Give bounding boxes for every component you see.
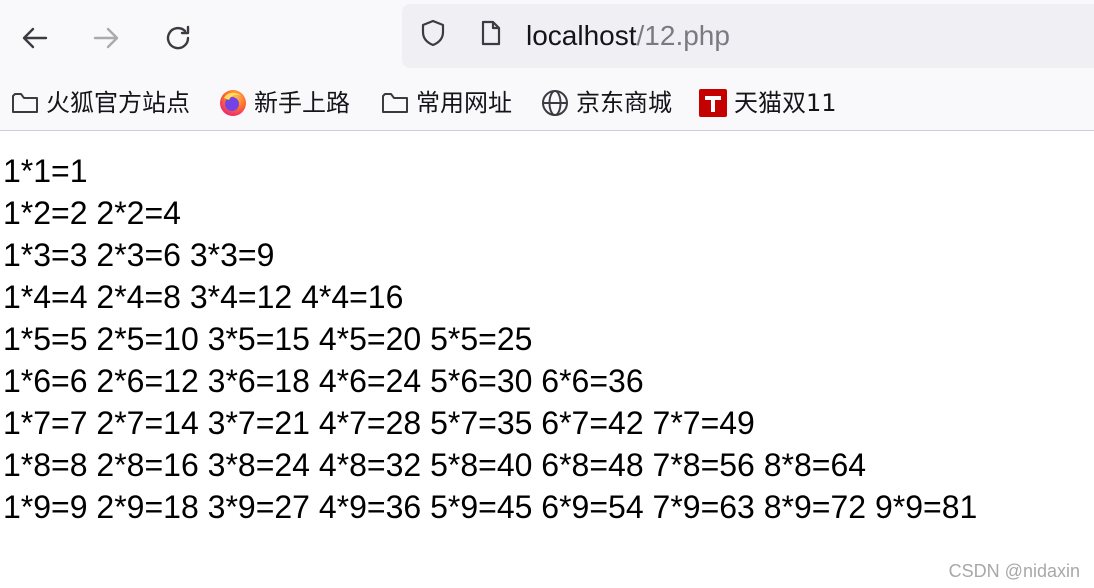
forward-button[interactable] xyxy=(86,18,126,58)
bookmark-firefox-official[interactable]: 火狐官方站点 xyxy=(10,86,190,120)
bookmark-label: 火狐官方站点 xyxy=(46,89,190,117)
table-row-5: 1*5=5 2*5=10 3*5=15 4*5=20 5*5=25 xyxy=(3,321,533,357)
reload-icon xyxy=(166,25,190,50)
arrow-left-icon xyxy=(22,27,48,49)
bookmark-tmall-double11[interactable]: 天猫双11 xyxy=(698,86,837,120)
url-host: localhost xyxy=(526,20,637,51)
tmall-icon xyxy=(698,88,728,118)
arrow-right-icon xyxy=(93,27,119,49)
bookmark-common-sites[interactable]: 常用网址 xyxy=(380,86,512,120)
bookmark-label: 常用网址 xyxy=(416,89,512,117)
bookmark-label: 京东商城 xyxy=(576,89,672,117)
table-row-1: 1*1=1 xyxy=(3,153,88,189)
shield-icon xyxy=(421,19,445,47)
folder-icon xyxy=(380,88,410,118)
bookmark-getting-started[interactable]: 新手上路 xyxy=(218,86,350,120)
reload-button[interactable] xyxy=(159,18,199,58)
watermark: CSDN @nidaxin xyxy=(948,561,1080,581)
globe-icon xyxy=(540,88,570,118)
address-bar[interactable] xyxy=(402,4,1094,68)
bookmark-jd-mall[interactable]: 京东商城 xyxy=(540,86,672,120)
table-row-3: 1*3=3 2*3=6 3*3=9 xyxy=(3,237,275,273)
folder-icon xyxy=(10,88,40,118)
table-row-8: 1*8=8 2*8=16 3*8=24 4*8=32 5*8=40 6*8=48… xyxy=(3,447,867,483)
page-icon xyxy=(481,20,501,46)
table-row-4: 1*4=4 2*4=8 3*4=12 4*4=16 xyxy=(3,279,404,315)
page-content: 1*1=1 1*2=2 2*2=4 1*3=3 2*3=6 3*3=9 1*4=… xyxy=(3,150,1093,528)
back-button[interactable] xyxy=(15,18,55,58)
bookmark-label: 天猫双11 xyxy=(734,89,837,117)
table-row-9: 1*9=9 2*9=18 3*9=27 4*9=36 5*9=45 6*9=54… xyxy=(3,489,978,525)
firefox-icon xyxy=(218,88,248,118)
table-row-7: 1*7=7 2*7=14 3*7=21 4*7=28 5*7=35 6*7=42… xyxy=(3,405,755,441)
browser-toolbar: localhost/12.php xyxy=(0,0,1094,76)
page-info-button[interactable] xyxy=(475,18,505,48)
tracking-protection-button[interactable] xyxy=(418,18,448,48)
table-row-6: 1*6=6 2*6=12 3*6=18 4*6=24 5*6=30 6*6=36 xyxy=(3,363,644,399)
bookmark-label: 新手上路 xyxy=(254,89,350,117)
url-path: /12.php xyxy=(636,20,730,51)
url-text[interactable]: localhost/12.php xyxy=(526,18,730,54)
table-row-2: 1*2=2 2*2=4 xyxy=(3,195,181,231)
bookmarks-toolbar: 火狐官方站点 新手上路 常用网址 京东商城 天猫双11 xyxy=(0,76,1094,131)
